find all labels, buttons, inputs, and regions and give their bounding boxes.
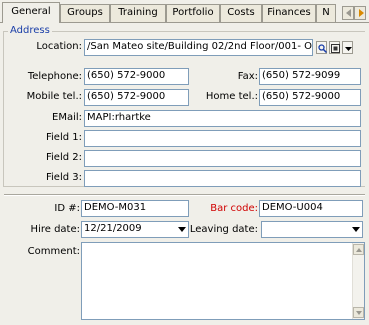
tab-training[interactable]: Training <box>110 4 166 22</box>
email-field[interactable]: MAPI:rhartke <box>84 110 361 127</box>
general-tab-panel: Address Location: /San Mateo site/Buildi… <box>0 22 369 325</box>
hire-date-label: Hire date: <box>30 224 80 235</box>
mobile-tel-field[interactable]: (650) 572-9000 <box>84 89 189 106</box>
tab-label: Finances <box>267 7 311 18</box>
leaving-date-dropdown-button[interactable] <box>351 222 361 236</box>
employee-detail-window: General Groups Training Portfolio Costs … <box>0 0 369 325</box>
tab-groups[interactable]: Groups <box>60 4 110 22</box>
triangle-right-icon <box>359 9 364 17</box>
location-label: Location: <box>36 41 82 52</box>
barcode-label: Bar code: <box>210 203 258 214</box>
tab-scroll-right-button[interactable] <box>354 6 366 20</box>
barcode-field[interactable]: DEMO-U004 <box>259 200 363 217</box>
email-label: EMail: <box>52 112 82 123</box>
home-tel-label: Home tel.: <box>205 91 258 102</box>
fax-field[interactable]: (650) 572-9099 <box>259 68 361 85</box>
scroll-down-arrow-icon <box>356 311 362 315</box>
id-label: ID #: <box>54 203 80 214</box>
comment-textarea[interactable] <box>81 242 365 320</box>
fax-label: Fax: <box>237 71 258 82</box>
tab-portfolio[interactable]: Portfolio <box>166 4 220 22</box>
chevron-down-icon <box>352 227 360 232</box>
hire-date-value: 12/21/2009 <box>84 223 142 234</box>
hire-date-dropdown-button[interactable] <box>177 222 187 236</box>
scroll-up-arrow-icon <box>356 248 362 252</box>
scroll-up-button[interactable] <box>353 244 364 255</box>
hire-date-field[interactable]: 12/21/2009 <box>81 221 189 238</box>
field3-label: Field 3: <box>46 172 82 183</box>
telephone-field[interactable]: (650) 572-9000 <box>84 68 189 85</box>
tab-general[interactable]: General <box>2 2 60 23</box>
tab-label: Portfolio <box>172 7 214 18</box>
section-divider <box>4 194 365 196</box>
home-tel-field[interactable]: (650) 572-9000 <box>259 89 361 106</box>
leaving-date-field[interactable] <box>261 221 363 238</box>
tab-label: General <box>11 6 51 17</box>
comment-scrollbar[interactable] <box>352 243 364 319</box>
detail-zoom-icon <box>331 44 340 53</box>
field3-input[interactable] <box>84 170 361 187</box>
field2-label: Field 2: <box>46 152 82 163</box>
field1-label: Field 1: <box>46 132 82 143</box>
location-field[interactable]: /San Mateo site/Building 02/2nd Floor/00… <box>84 39 313 56</box>
field1-input[interactable] <box>84 130 361 147</box>
tab-label: Training <box>118 7 158 18</box>
location-lookup-button[interactable] <box>316 41 327 54</box>
tab-finances[interactable]: Finances <box>262 4 316 22</box>
mobile-tel-label: Mobile tel.: <box>26 91 82 102</box>
chevron-down-icon <box>345 47 352 51</box>
telephone-label: Telephone: <box>27 71 82 82</box>
scroll-down-button[interactable] <box>353 307 364 318</box>
tab-overflow[interactable]: N <box>316 4 336 22</box>
leaving-date-label: Leaving date: <box>189 224 258 235</box>
triangle-left-icon <box>346 9 351 17</box>
tab-label: Costs <box>227 7 255 18</box>
comment-label: Comment: <box>27 246 80 257</box>
tab-scroll-left-button[interactable] <box>342 6 354 20</box>
location-dropdown-button[interactable] <box>342 41 353 54</box>
address-group-label: Address <box>8 25 52 36</box>
tab-label: Groups <box>67 7 103 18</box>
tab-label: N <box>322 7 330 18</box>
magnifier-icon <box>318 44 327 53</box>
id-field[interactable]: DEMO-M031 <box>81 200 189 217</box>
tab-costs[interactable]: Costs <box>220 4 262 22</box>
field2-input[interactable] <box>84 150 361 167</box>
location-detail-button[interactable] <box>329 41 340 54</box>
tab-bar: General Groups Training Portfolio Costs … <box>0 0 369 23</box>
chevron-down-icon <box>178 227 186 232</box>
